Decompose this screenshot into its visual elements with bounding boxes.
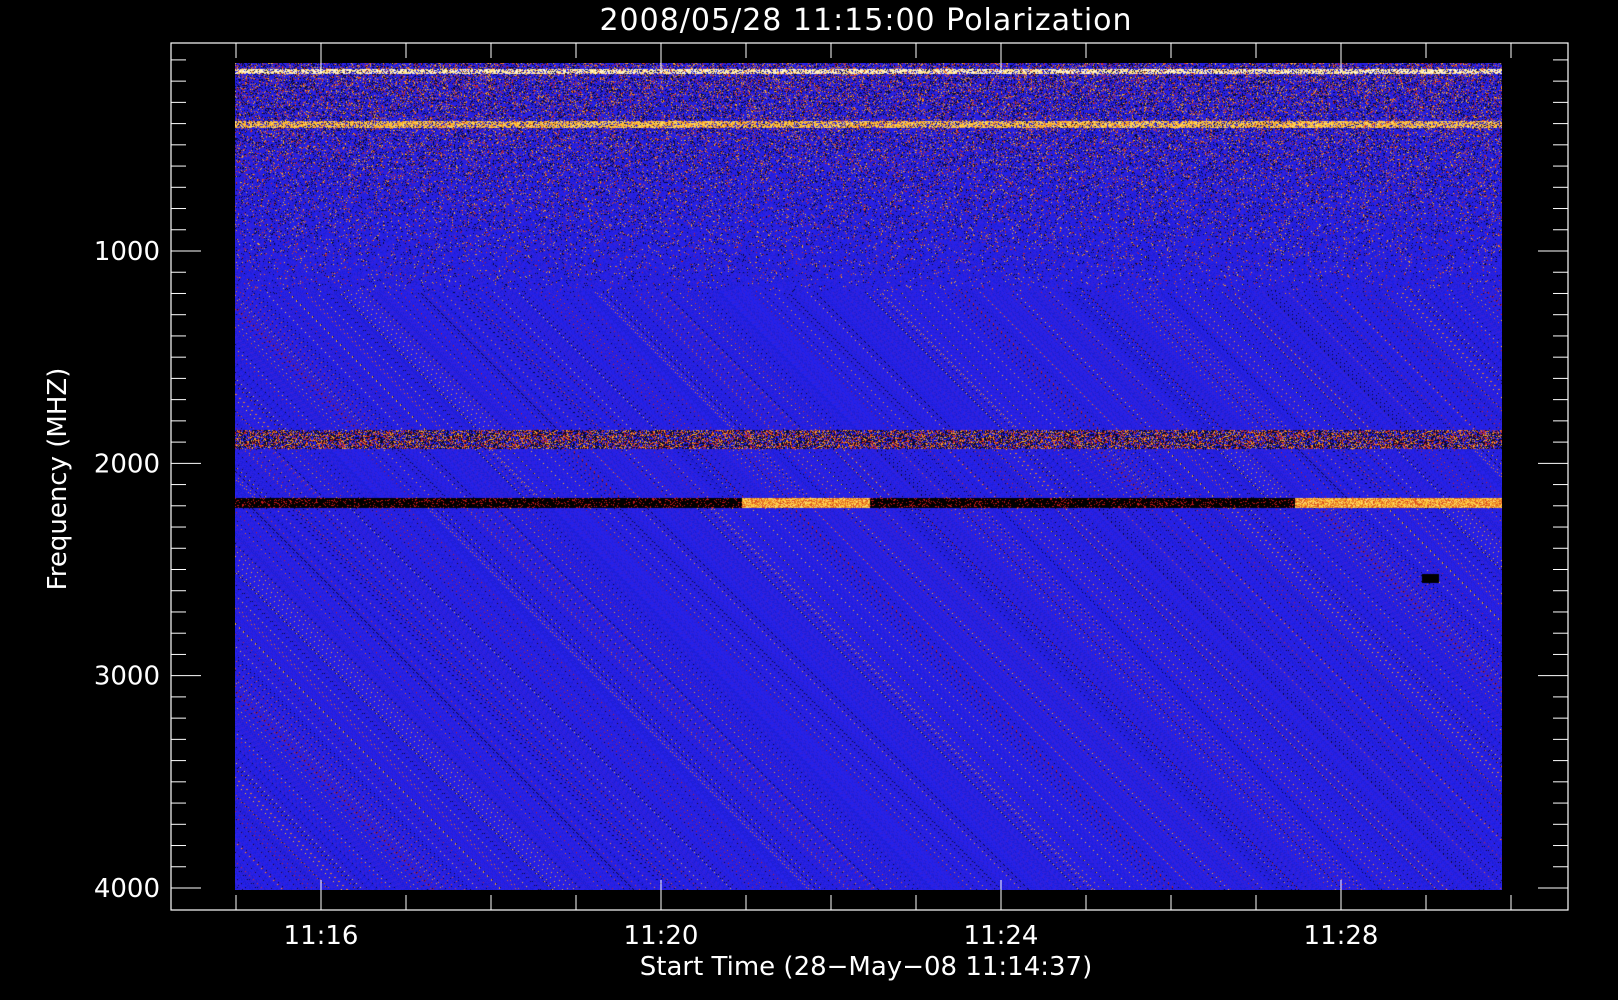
x-tick-label: 11:20	[624, 921, 699, 951]
y-tick-label: 2000	[94, 449, 160, 479]
x-axis-label: Start Time (28−May−08 11:14:37)	[640, 952, 1093, 982]
x-tick-label: 11:24	[964, 921, 1039, 951]
x-tick-label: 11:16	[284, 921, 359, 951]
x-tick-label: 11:28	[1304, 921, 1379, 951]
chart-title: 2008/05/28 11:15:00 Polarization	[599, 3, 1132, 38]
plot-area	[235, 63, 1502, 890]
y-tick-label: 1000	[94, 237, 160, 267]
y-tick-label: 4000	[94, 874, 160, 904]
y-axis-label: Frequency (MHZ)	[43, 368, 73, 591]
y-tick-label: 3000	[94, 662, 160, 692]
spectrogram-chart: 2008/05/28 11:15:00 Polarization Start T…	[0, 0, 1618, 1000]
spectrogram-image	[235, 63, 1502, 890]
